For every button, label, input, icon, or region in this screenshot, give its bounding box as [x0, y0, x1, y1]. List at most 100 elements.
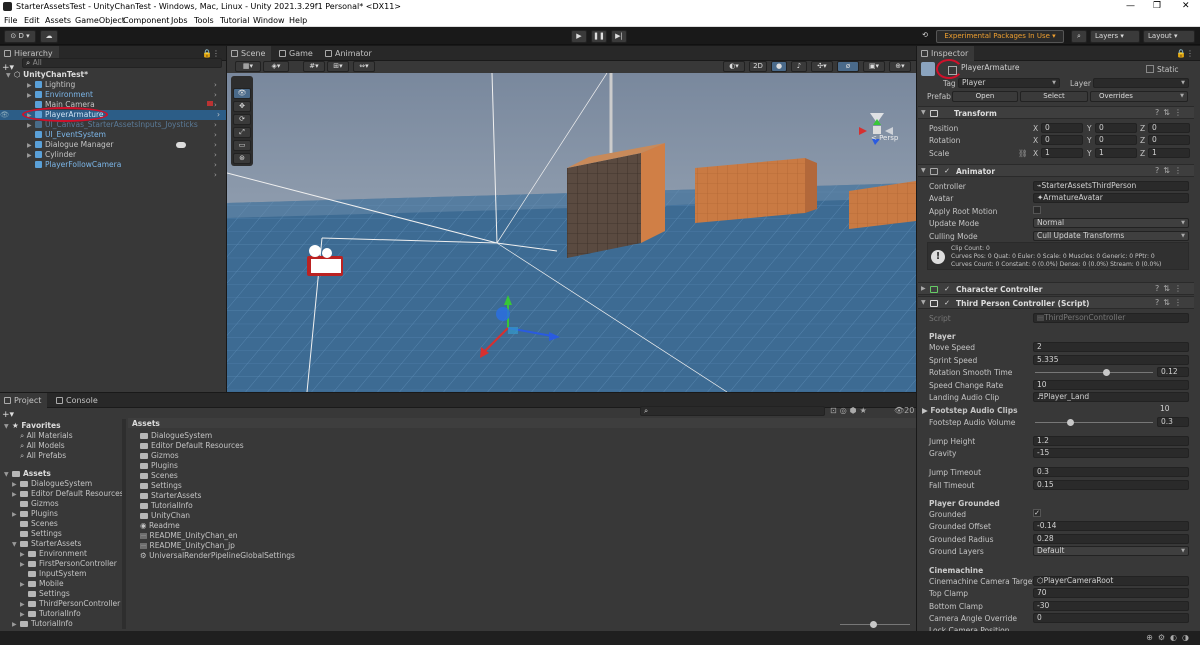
hierarchy-search-input[interactable]: ⌕ All [22, 58, 222, 68]
list-item[interactable]: ◉ Readme [140, 521, 180, 531]
update-mode-dropdown[interactable]: Normal [1033, 218, 1189, 228]
menu-component[interactable]: Component [123, 16, 169, 25]
scene-viewport[interactable] [227, 73, 916, 392]
rotation-smooth-slider[interactable] [1035, 372, 1153, 373]
tree-item[interactable]: ▶ FirstPersonController [20, 559, 117, 569]
grounded-checkbox[interactable]: ✓ [1033, 509, 1041, 517]
list-item[interactable]: Plugins [140, 461, 178, 471]
list-item[interactable]: Settings [140, 481, 182, 491]
status-icons[interactable]: ⊕⚙◐◑ [1146, 633, 1194, 642]
position-y-input[interactable]: 0 [1095, 123, 1137, 133]
tree-item[interactable]: InputSystem [20, 569, 86, 579]
favorite-item[interactable]: ⌕ All Materials [20, 431, 73, 441]
favorite-item[interactable]: ⌕ All Models [20, 441, 65, 451]
grounded-offset-input[interactable]: -0.14 [1033, 521, 1189, 531]
link-icon[interactable]: ⛓ [1018, 149, 1028, 158]
tree-item[interactable]: ▶ Mobile [20, 579, 64, 589]
increment-button[interactable]: ⇔▾ [353, 61, 375, 72]
avatar-field[interactable]: ✦ArmatureAvatar [1033, 193, 1189, 203]
list-item[interactable]: UI_EventSystem [0, 130, 106, 140]
active-checkbox[interactable] [948, 66, 957, 75]
play-button[interactable]: ▶ [571, 30, 587, 43]
bottom-clamp-input[interactable]: -30 [1033, 601, 1189, 611]
controller-field[interactable]: ⌁StarterAssetsThirdPerson [1033, 181, 1189, 191]
object-name-input[interactable]: PlayerArmature [958, 64, 1142, 74]
footstep-volume-input[interactable]: 0.3 [1157, 417, 1189, 427]
list-item[interactable]: DialogueSystem [140, 431, 212, 441]
filter-icons[interactable]: ⊡◎⬢★ [830, 406, 870, 415]
root-motion-checkbox[interactable] [1033, 206, 1041, 214]
menu-window[interactable]: Window [253, 16, 285, 25]
list-item[interactable]: ▤ README_UnityChan_en [140, 531, 237, 541]
move-tool-icon[interactable]: ✥ [233, 101, 251, 112]
prefab-open-button[interactable]: Open [952, 91, 1018, 102]
camera-mode-button[interactable]: ◐▾ [723, 61, 745, 72]
favorites-header[interactable]: ▼ ★ Favorites [4, 421, 61, 431]
list-item[interactable]: ▶ Dialogue Manager [0, 140, 114, 150]
menu-help[interactable]: Help [289, 16, 307, 25]
list-item[interactable]: StarterAssets [140, 491, 201, 501]
list-item[interactable]: Editor Default Resources [140, 441, 244, 451]
tree-item[interactable]: Gizmos [12, 499, 59, 509]
layer-dropdown[interactable] [1093, 78, 1189, 88]
search-icon[interactable]: ⌕ [1071, 30, 1087, 43]
prefab-overrides-dropdown[interactable]: Overrides [1090, 91, 1188, 102]
menu-edit[interactable]: Edit [24, 16, 40, 25]
list-item[interactable]: ▶ UI_Canvas_StarterAssetsInputs_Joysticks [0, 120, 198, 130]
menu-jobs[interactable]: Jobs [171, 16, 188, 25]
character-controller-checkbox[interactable]: ✓ [943, 285, 951, 293]
tree-item[interactable]: ▶ DialogueSystem [12, 479, 92, 489]
menu-tools[interactable]: Tools [194, 16, 214, 25]
tree-item[interactable]: ▶ TutorialInfo [20, 609, 81, 619]
culling-mode-dropdown[interactable]: Cull Update Transforms [1033, 231, 1189, 241]
scale-y-input[interactable]: 1 [1095, 148, 1137, 158]
character-controller-header[interactable]: ▶ ✓ Character Controller ?⇅⋮ [918, 282, 1194, 295]
lighting-toggle-icon[interactable]: ● [771, 61, 787, 72]
rotation-smooth-slider-knob[interactable] [1102, 369, 1110, 376]
tab-animator[interactable]: Animator [321, 46, 378, 61]
footstep-volume-slider[interactable] [1035, 422, 1153, 423]
list-item[interactable]: ▶ Cylinder [0, 150, 76, 160]
top-clamp-input[interactable]: 70 [1033, 588, 1189, 598]
sprint-speed-input[interactable]: 5.335 [1033, 355, 1189, 365]
rect-tool-icon[interactable]: ▭ [233, 140, 251, 151]
list-item[interactable]: TutorialInfo [140, 501, 193, 511]
footstep-clips-label[interactable]: ▶ Footstep Audio Clips [922, 406, 1018, 415]
maximize-button[interactable]: ❐ [1153, 1, 1161, 11]
scene-root[interactable]: ▼ ⬡ UnityChanTest* [6, 70, 88, 80]
tpc-header[interactable]: ▼ ✓ Third Person Controller (Script) ?⇅⋮ [918, 296, 1194, 309]
tree-item[interactable]: Settings [12, 529, 62, 539]
camera-settings-button[interactable]: ▣▾ [863, 61, 885, 72]
pause-button[interactable]: ❚❚ [591, 30, 607, 43]
fall-timeout-input[interactable]: 0.15 [1033, 480, 1189, 490]
tree-item[interactable]: ▶ ThirdPersonController [20, 599, 120, 609]
experimental-packages-button[interactable]: Experimental Packages In Use ▾ [936, 30, 1064, 43]
close-button[interactable]: ✕ [1182, 1, 1190, 11]
tree-item[interactable]: ▶ Plugins [12, 509, 58, 519]
assets-header[interactable]: ▼ Assets [4, 469, 51, 479]
animator-header[interactable]: ▼ ✓ Animator ?⇅⋮ [918, 164, 1194, 177]
tree-item[interactable]: ▼ StarterAssets [12, 539, 81, 549]
ground-layers-dropdown[interactable]: Default [1033, 546, 1189, 556]
minimize-button[interactable]: — [1126, 1, 1135, 11]
landing-clip-field[interactable]: ♬Player_Land [1033, 392, 1189, 402]
tab-game[interactable]: Game [275, 46, 319, 61]
menu-gameobject[interactable]: GameObject [75, 16, 125, 25]
favorite-item[interactable]: ⌕ All Prefabs [20, 451, 66, 461]
transform-tool-icon[interactable]: ⊛ [233, 153, 251, 164]
cloud-icon[interactable]: ☁ [40, 30, 58, 43]
icon-size-slider-knob[interactable] [870, 621, 877, 628]
speed-change-input[interactable]: 10 [1033, 380, 1189, 390]
scale-tool-icon[interactable]: ⤢ [233, 127, 251, 138]
prefab-select-button[interactable]: Select [1020, 91, 1088, 102]
tab-console[interactable]: Console [52, 393, 104, 408]
tag-dropdown[interactable]: Player [958, 78, 1060, 88]
tree-item[interactable]: ▶ Environment [20, 549, 87, 559]
tab-scene[interactable]: Scene [227, 46, 272, 61]
tab-project[interactable]: Project [0, 393, 48, 408]
tree-item[interactable]: ▶ TutorialInfo [12, 619, 73, 629]
position-z-input[interactable]: 0 [1148, 123, 1190, 133]
list-item[interactable]: Gizmos [140, 451, 179, 461]
visibility-toggle-icon[interactable]: ø [837, 61, 859, 72]
position-x-input[interactable]: 0 [1041, 123, 1083, 133]
